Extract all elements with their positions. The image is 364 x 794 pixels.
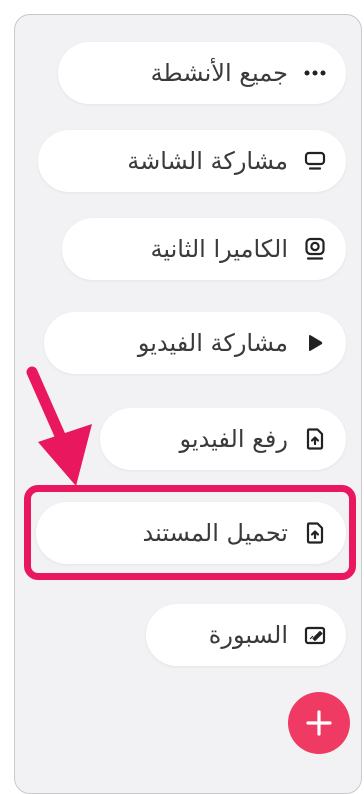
plus-icon bbox=[306, 710, 332, 736]
annotation-arrow bbox=[26, 366, 92, 486]
add-button[interactable] bbox=[288, 692, 350, 754]
